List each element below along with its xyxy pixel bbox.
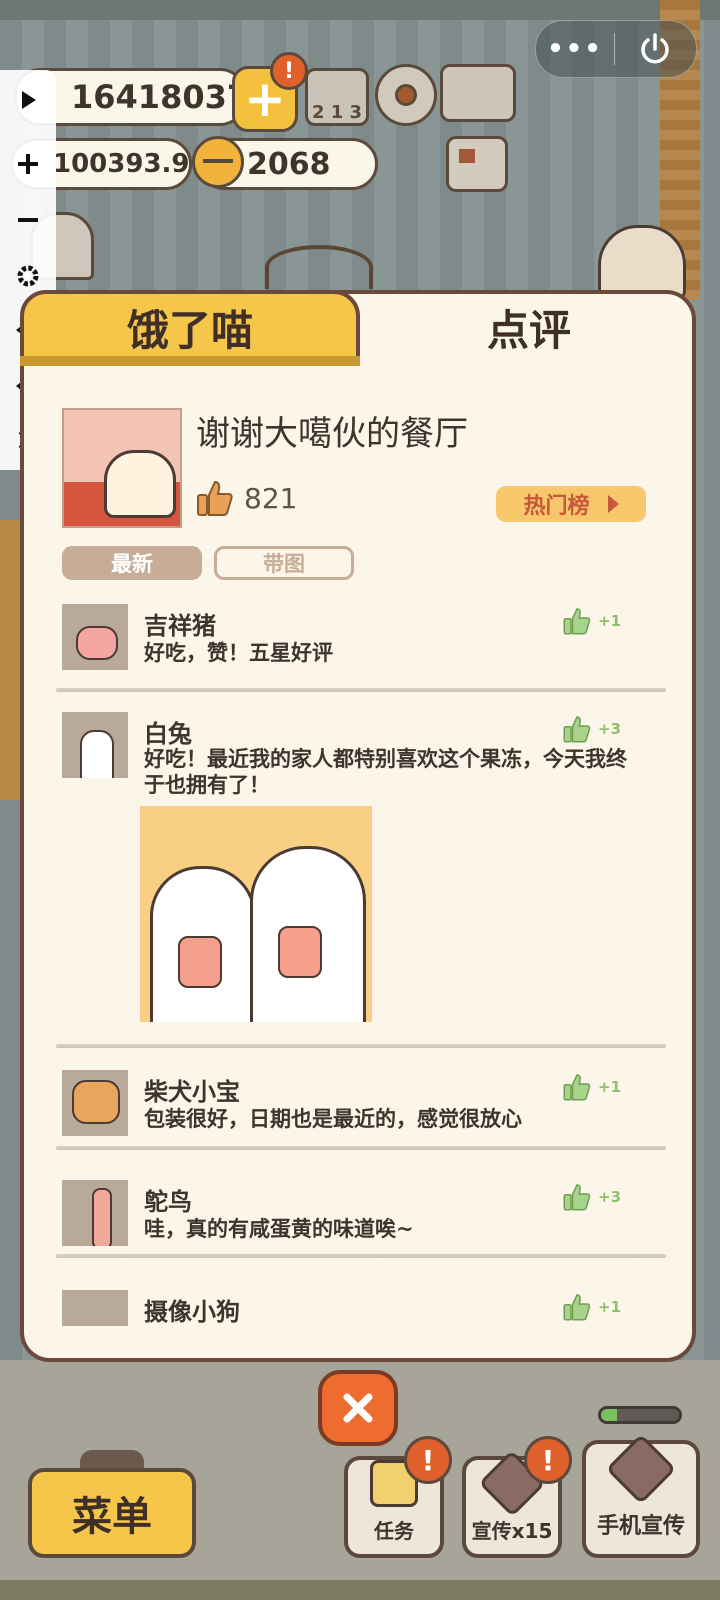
thumbs-up-icon xyxy=(563,1294,591,1321)
close-panel-button[interactable] xyxy=(318,1370,398,1446)
tab-eleme[interactable]: 饿了喵 xyxy=(20,290,360,364)
hot-ranking-button[interactable]: 热门榜 xyxy=(496,486,646,522)
zoom-in-tool[interactable] xyxy=(0,144,56,184)
review-photo[interactable] xyxy=(140,806,372,1022)
jelly-pack xyxy=(178,936,222,988)
review-like-count: +3 xyxy=(598,720,622,738)
gear-icon xyxy=(17,265,39,287)
review-username: 白兔 xyxy=(144,720,192,748)
plus-alert-badge: ! xyxy=(270,52,308,90)
likes-count: 821 xyxy=(244,481,298,515)
play-icon xyxy=(22,91,36,109)
promo-alert-badge: ! xyxy=(524,1436,572,1484)
review-text: 好吃，赞！五星好评 xyxy=(144,641,333,665)
review-username: 柴犬小宝 xyxy=(144,1078,240,1106)
review-divider xyxy=(56,1146,666,1150)
review-username: 吉祥猪 xyxy=(144,612,216,640)
cat-illustration xyxy=(104,450,176,518)
star-value: 100393.9 xyxy=(53,149,190,179)
review-divider xyxy=(56,688,666,692)
exit-button[interactable] xyxy=(615,31,695,67)
restaurant-likes: 821 xyxy=(196,478,297,518)
settings-gear-icon[interactable] xyxy=(375,64,437,126)
review-like-button[interactable]: +1 xyxy=(562,606,621,636)
bunny-avatar xyxy=(62,712,128,778)
review-username: 鸵鸟 xyxy=(144,1188,192,1216)
restaurant-name: 谢谢大噶伙的餐厅 xyxy=(196,414,468,454)
phone-promo-button[interactable]: 手机宣传 xyxy=(582,1433,700,1558)
close-icon xyxy=(343,1393,373,1423)
cat-book-icon[interactable] xyxy=(440,64,516,122)
review-like-count: +1 xyxy=(598,1298,622,1316)
progress-fill xyxy=(601,1409,617,1421)
ranking-icon[interactable]: 2 1 3 xyxy=(305,68,369,126)
play-tool[interactable] xyxy=(0,80,56,120)
money-value: 16418037 xyxy=(71,78,250,116)
background-floor-edge xyxy=(0,1580,720,1600)
filter-with-image[interactable]: 带图 xyxy=(214,546,354,580)
review-username: 摄像小狗 xyxy=(144,1298,240,1326)
restaurant-thumbnail xyxy=(62,408,182,528)
tab-reviews[interactable]: 点评 xyxy=(362,290,696,364)
task-label: 任务 xyxy=(374,1519,414,1543)
more-button[interactable]: ••• xyxy=(536,34,614,64)
review-like-count: +1 xyxy=(598,612,622,630)
minus-icon xyxy=(18,218,38,222)
hot-ranking-label: 热门榜 xyxy=(523,494,590,519)
shiba-avatar xyxy=(62,1070,128,1136)
review-like-count: +3 xyxy=(598,1188,622,1206)
phone-promo-label: 手机宣传 xyxy=(596,1514,685,1539)
pig-avatar xyxy=(62,604,128,670)
review-divider xyxy=(56,1254,666,1258)
thumbs-up-icon xyxy=(563,716,591,743)
promo-label: 宣传x15 xyxy=(471,1519,553,1543)
power-icon xyxy=(641,33,669,64)
review-text: 包装很好，日期也是最近的，感觉很放心 xyxy=(144,1107,522,1131)
task-alert-badge: ! xyxy=(404,1436,452,1484)
background-shelf xyxy=(0,520,20,800)
review-like-button[interactable]: +1 xyxy=(562,1072,621,1102)
phone-promo-icon xyxy=(605,1433,677,1505)
menu-button[interactable]: 菜单 xyxy=(28,1468,196,1558)
dog-avatar xyxy=(62,1290,128,1326)
bell-value: 2068 xyxy=(247,146,331,182)
thumbs-up-icon xyxy=(563,1074,591,1101)
plus-tool-icon xyxy=(18,154,38,174)
bell-icon xyxy=(192,136,244,188)
zoom-out-tool[interactable] xyxy=(0,200,56,240)
review-like-button[interactable]: +3 xyxy=(562,1182,621,1212)
review-divider xyxy=(56,1044,666,1048)
filter-newest[interactable]: 最新 xyxy=(62,546,202,580)
review-like-button[interactable]: +3 xyxy=(562,714,621,744)
review-text: 哇，真的有咸蛋黄的味道唉~ xyxy=(144,1217,414,1241)
arrow-right-icon xyxy=(607,495,619,513)
thumbs-up-icon xyxy=(563,608,591,635)
thumbs-up-icon xyxy=(197,480,233,516)
phone-promo-progress xyxy=(598,1406,682,1424)
miniprogram-capsule: ••• xyxy=(535,20,697,78)
tab-shadow xyxy=(20,356,360,366)
review-like-count: +1 xyxy=(598,1078,622,1096)
ostrich-avatar xyxy=(62,1180,128,1246)
background-top-edge xyxy=(0,0,720,20)
review-list[interactable]: 吉祥猪 好吃，赞！五星好评 +1 白兔 好吃！最近我的家人都特别喜欢这个果冻，今… xyxy=(56,596,676,1326)
thumbs-up-icon xyxy=(563,1184,591,1211)
review-text: 好吃！最近我的家人都特别喜欢这个果冻，今天我终于也拥有了！ xyxy=(144,747,627,797)
review-like-button[interactable]: +1 xyxy=(562,1292,621,1322)
jelly-pack xyxy=(278,926,322,978)
hanging-sign xyxy=(265,245,373,289)
newspaper-icon[interactable] xyxy=(446,136,508,192)
